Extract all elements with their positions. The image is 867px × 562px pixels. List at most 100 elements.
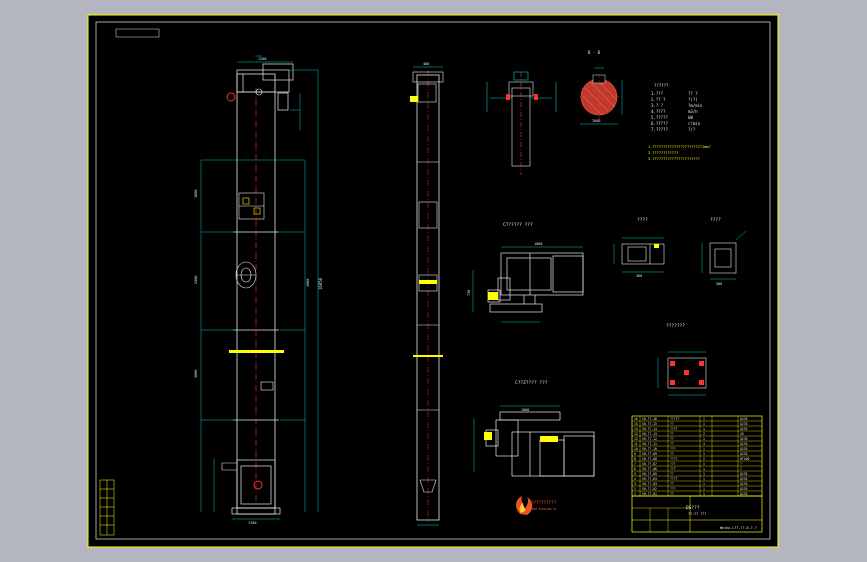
bom-cell-code: SH-??-08	[642, 457, 657, 461]
param-key: 5.?????	[651, 115, 668, 120]
view-b-label: ????	[710, 217, 721, 223]
dim-small-a: 360	[636, 274, 642, 278]
cad-drawing-canvas[interactable]: 16850 1800 2400 3000 2600 1200 1700 480	[0, 0, 867, 562]
bom-cell-n: 10	[634, 447, 638, 451]
bom-cell-name: ???	[670, 462, 676, 466]
dim-drive-width: 1060	[534, 242, 542, 246]
bom-cell-q: 1	[703, 422, 705, 426]
bom-cell-name: ?????	[670, 417, 679, 421]
bom-cell-n: 14	[634, 427, 638, 431]
bom-cell-q: 1	[703, 472, 705, 476]
bom-cell-m: Q235	[740, 482, 748, 486]
bom-cell-code: SH-??-14	[642, 427, 657, 431]
bom-cell-q: 1	[703, 462, 705, 466]
note-line: 3.??????????????????????	[648, 157, 700, 161]
bom-cell-n: 6	[634, 467, 636, 471]
bom-cell-code: SH-??-12	[642, 437, 657, 441]
bom-cell-m: Q235	[740, 437, 748, 441]
bom-cell-q: 2	[703, 457, 705, 461]
bom-cell-m: Q235	[740, 477, 748, 481]
view-tail-drive-label: C??Z???? ???	[515, 380, 548, 386]
bom-cell-q: 1	[703, 447, 705, 451]
bom-cell-name: ???	[670, 487, 676, 491]
param-key: 3.? ?	[651, 103, 664, 108]
bom-cell-n: 16	[634, 417, 638, 421]
bom-cell-name: ??	[670, 492, 674, 496]
dim-seg-c: 3000	[194, 370, 198, 378]
bom-cell-m: Q235	[740, 442, 748, 446]
bom-cell-name: ???	[670, 447, 676, 451]
view-head-drive-label: C?????? ???	[503, 222, 533, 228]
view-base-label: ???????	[666, 323, 685, 329]
bom-cell-code: SH-??-10	[642, 447, 657, 451]
bom-cell-q: 1	[703, 437, 705, 441]
bom-cell-q: 1	[703, 487, 705, 491]
bom-cell-m: HT200	[740, 457, 749, 461]
view-a-label: ????	[637, 217, 648, 223]
bom-cell-m: ?	[740, 462, 742, 466]
param-key: 4.????	[651, 109, 666, 114]
bom-cell-q: 1	[703, 427, 705, 431]
bom-cell-code: SH-??-01	[642, 492, 657, 496]
bom-cell-code: SH-??-02	[642, 487, 657, 491]
bom-cell-name: ????	[670, 477, 678, 481]
note-line: 2.????????????	[648, 151, 678, 155]
bom-cell-n: 7	[634, 462, 636, 466]
bom-cell-m: Q235	[740, 487, 748, 491]
tech-heading: ??????	[654, 83, 669, 88]
param-value: ?/?	[688, 127, 696, 132]
bom-cell-n: 4	[634, 477, 636, 481]
bom-cell-name: ??	[670, 472, 674, 476]
bom-cell-code: SH-??-11	[642, 442, 657, 446]
bom-cell-n: 1	[634, 492, 636, 496]
company-subtitle: HIGH ELEVATOR CO.	[531, 507, 558, 511]
param-key: 6.?????	[651, 121, 668, 126]
bom-cell-n: 11	[634, 442, 638, 446]
param-value: m3/h	[688, 109, 698, 114]
bom-cell-code: SH-??-15	[642, 422, 657, 426]
bom-cell-m: ?	[740, 467, 742, 471]
bom-cell-q: 1	[703, 467, 705, 471]
bom-cell-name: ??	[670, 452, 674, 456]
note-line: 1.???????????????????????1mm?	[648, 145, 711, 149]
bom-cell-q: 1	[703, 482, 705, 486]
bom-cell-name: ???	[670, 467, 676, 471]
param-value: ?? ?	[688, 91, 698, 96]
dim-boot-width: 1700	[248, 521, 256, 525]
drawing-name: DS???	[686, 505, 700, 511]
bom-cell-m: Q235	[740, 447, 748, 451]
bom-cell-m: Q235	[740, 422, 748, 426]
company-name: ??????????	[531, 500, 557, 505]
bom-cell-code: SH-??-04	[642, 477, 657, 481]
param-value: kW	[688, 115, 693, 120]
bom-cell-code: SH-??-05	[642, 472, 657, 476]
bom-cell-code: SH-??-06	[642, 467, 657, 471]
drawing-scale: ??:?? ???	[688, 512, 706, 516]
bom-cell-m: Q235	[740, 472, 748, 476]
bom-cell-name: ??	[670, 437, 674, 441]
dim-side-width: 480	[423, 62, 429, 66]
param-key: 2.?? ?	[651, 97, 666, 102]
param-key: 7.?????	[651, 127, 668, 132]
bom-cell-q: 4	[703, 442, 705, 446]
dim-head-width: 1200	[258, 57, 266, 61]
param-value: r/min	[688, 121, 701, 126]
bom-cell-code: SH-??-13	[642, 432, 657, 436]
bom-cell-n: 8	[634, 457, 636, 461]
bom-cell-q: 2	[703, 432, 705, 436]
bom-cell-code: SH-??-16	[642, 417, 657, 421]
bom-cell-code: SH-??-03	[642, 482, 657, 486]
bom-cell-m: Q235	[740, 427, 748, 431]
bom-cell-m: 45	[740, 432, 744, 436]
dim-seg-a: 1800	[194, 190, 198, 198]
section-label: B - B	[588, 50, 601, 55]
dim-tail-width: 1000	[521, 408, 529, 412]
bom-cell-name: ??	[670, 422, 674, 426]
drawing-number: Weiho-LTT-??-0-?.?	[720, 526, 757, 530]
bom-cell-m: Q235	[740, 492, 748, 496]
bom-cell-q: 1	[703, 492, 705, 496]
dim-small-b: 300	[716, 282, 722, 286]
bom-cell-n: 12	[634, 437, 638, 441]
param-key: 1.???	[651, 91, 664, 96]
bom-cell-n: 15	[634, 422, 638, 426]
